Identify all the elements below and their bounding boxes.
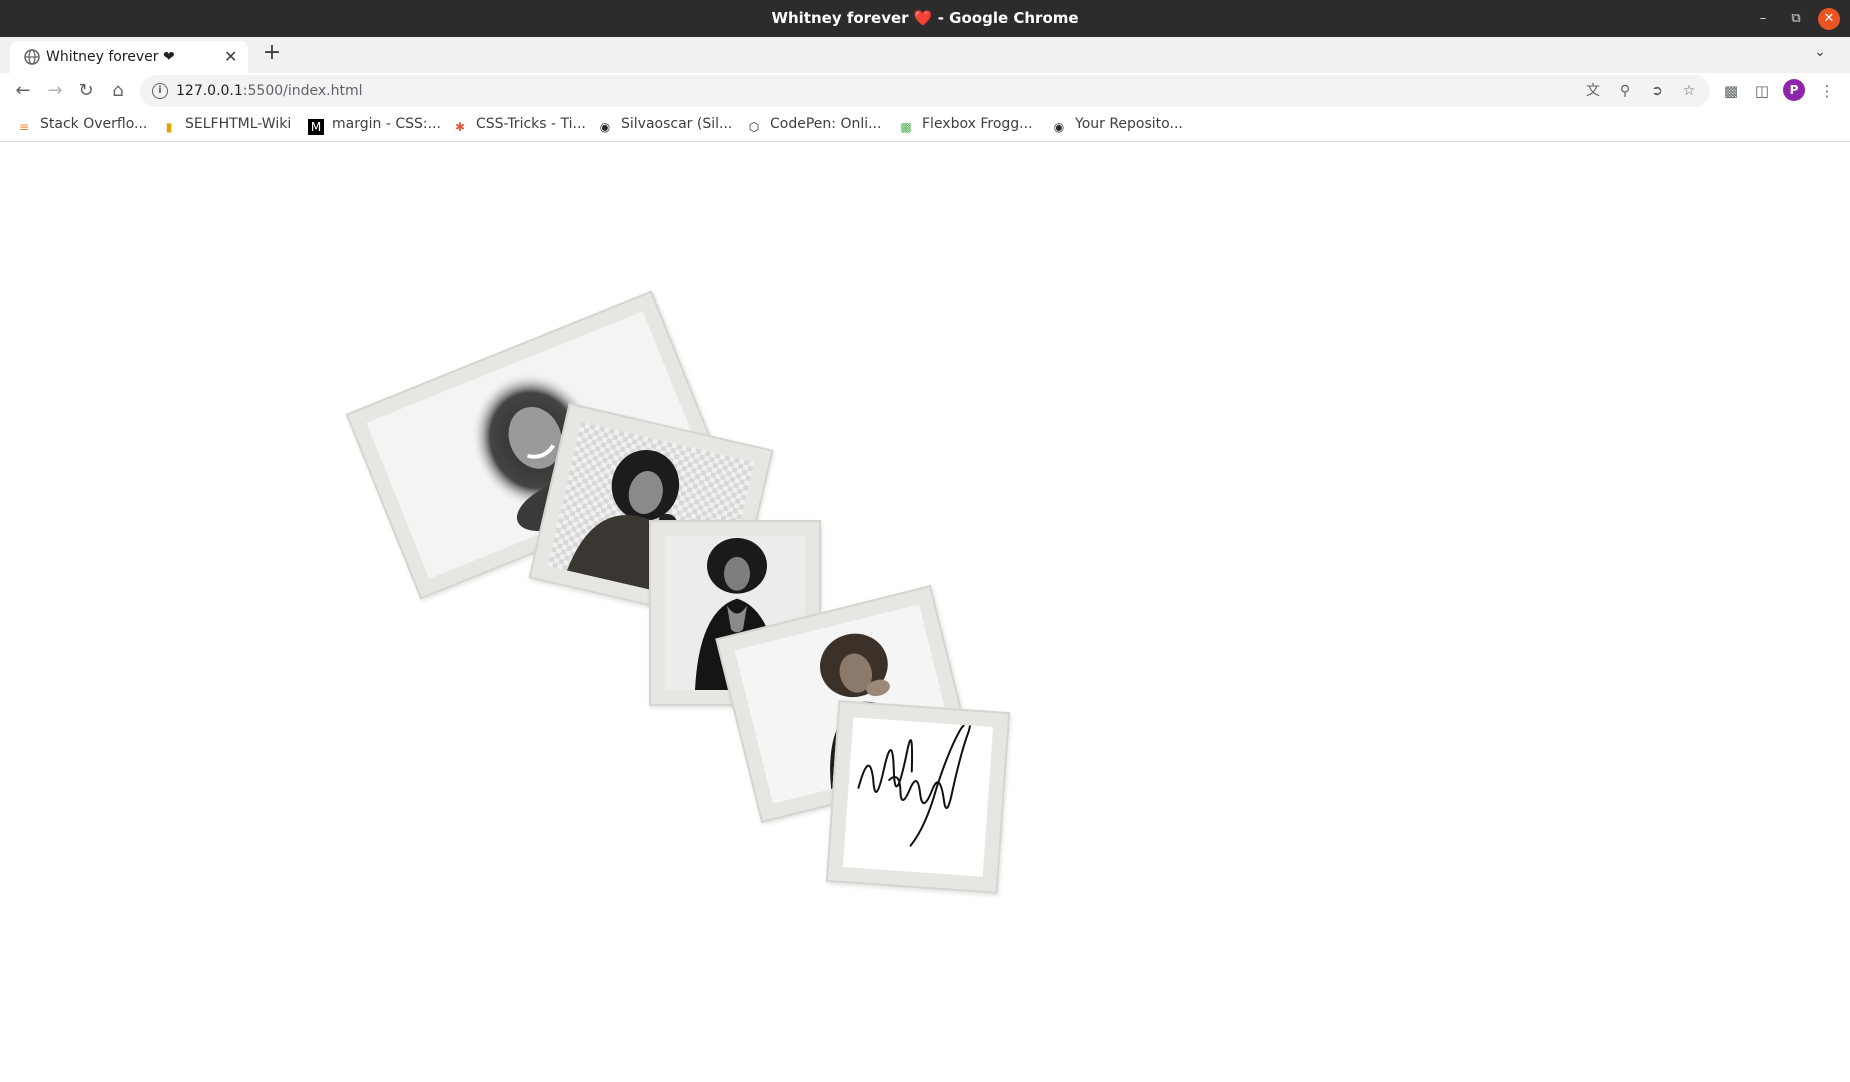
bookmark-codepen[interactable]: ⬡ CodePen: Onli... xyxy=(746,109,882,139)
codepen-icon: ⬡ xyxy=(748,120,760,134)
csstricks-icon: ✱ xyxy=(454,120,466,134)
bookmark-selfhtml[interactable]: ▮ SELFHTML-Wiki xyxy=(161,109,292,139)
bookmark-mdn-margin[interactable]: Mmargin - CSS:... xyxy=(308,109,441,139)
bookmark-star-icon[interactable]: ☆ xyxy=(1679,81,1699,101)
bookmark-label: Flexbox Frogg... xyxy=(922,116,1033,132)
menu-kebab-icon[interactable]: ⋮ xyxy=(1815,79,1839,103)
github-icon: ◉ xyxy=(1053,120,1065,134)
window-app-name: - Google Chrome xyxy=(932,9,1079,27)
forward-arrow-icon[interactable]: → xyxy=(41,77,69,105)
new-tab-button[interactable]: + xyxy=(258,39,286,67)
bookmark-label: Silvaoscar (Sil... xyxy=(621,116,733,132)
window-title-bar: Whitney forever ❤️ - Google Chrome – ⧉ ✕ xyxy=(0,0,1850,37)
bookmark-label: CSS-Tricks - Ti... xyxy=(476,116,586,132)
tab-label: Whitney forever ❤ xyxy=(46,49,175,65)
zoom-icon[interactable]: ⚲ xyxy=(1615,81,1635,101)
photo-image xyxy=(842,717,994,877)
bookmark-label: Your Reposito... xyxy=(1075,116,1183,132)
tab-whitney-forever[interactable]: Whitney forever ❤ ✕ xyxy=(10,41,248,73)
github-icon: ◉ xyxy=(599,120,611,134)
bookmark-css-tricks[interactable]: ✱ CSS-Tricks - Ti... xyxy=(452,109,586,139)
window-title: Whitney forever ❤️ - Google Chrome xyxy=(0,0,1850,37)
frog-icon: ▩ xyxy=(900,120,912,134)
share-icon[interactable]: ➲ xyxy=(1647,81,1667,101)
bookmarks-bar: ≡ Stack Overflo... ▮ SELFHTML-Wiki Mmargin… xyxy=(0,109,1850,142)
signature-image xyxy=(842,717,994,877)
tab-strip: Whitney forever ❤ ✕ + ⌄ xyxy=(0,37,1850,73)
close-tab-icon[interactable]: ✕ xyxy=(224,41,237,73)
url-host: 127.0.0.1 xyxy=(176,83,243,99)
profile-avatar[interactable]: P xyxy=(1783,79,1805,101)
page-viewport xyxy=(1,142,1849,1081)
bookmark-github-silvaoscar[interactable]: ◉ Silvaoscar (Sil... xyxy=(597,109,733,139)
site-info-icon[interactable]: i xyxy=(152,83,168,99)
bookmark-flexbox-froggy[interactable]: ▩ Flexbox Frogg... xyxy=(898,109,1033,139)
url-text[interactable]: 127.0.0.1:5500/index.html xyxy=(176,75,363,107)
extensions-puzzle-icon[interactable]: ▩ xyxy=(1719,79,1743,103)
address-bar[interactable]: i 127.0.0.1:5500/index.html 文 ⚲ ➲ ☆ xyxy=(140,75,1710,107)
minimize-icon[interactable]: – xyxy=(1752,8,1774,30)
translate-icon[interactable]: 文 xyxy=(1583,81,1603,101)
stackoverflow-icon: ≡ xyxy=(18,120,30,134)
back-arrow-icon[interactable]: ← xyxy=(9,77,37,105)
bookmark-label: Stack Overflo... xyxy=(40,116,148,132)
home-icon[interactable]: ⌂ xyxy=(104,77,132,105)
bookmark-label: SELFHTML-Wiki xyxy=(185,116,292,132)
bookmark-label: CodePen: Onli... xyxy=(770,116,882,132)
bookmark-stack-overflow[interactable]: ≡ Stack Overflo... xyxy=(16,109,147,139)
url-path: :5500/index.html xyxy=(242,83,363,99)
tab-search-chevron-icon[interactable]: ⌄ xyxy=(1808,40,1832,64)
globe-icon xyxy=(24,49,40,65)
close-window-icon[interactable]: ✕ xyxy=(1818,8,1840,30)
mdn-icon: M xyxy=(308,119,324,135)
reload-icon[interactable]: ↻ xyxy=(72,77,100,105)
selfhtml-icon: ▮ xyxy=(165,120,173,134)
bookmark-label: margin - CSS:... xyxy=(332,116,441,132)
window-title-text: Whitney forever xyxy=(771,9,909,27)
side-panel-icon[interactable]: ◫ xyxy=(1750,79,1774,103)
restore-icon[interactable]: ⧉ xyxy=(1785,8,1807,30)
photo-signature[interactable] xyxy=(825,700,1011,894)
bookmark-github-repositories[interactable]: ◉ Your Reposito... xyxy=(1051,109,1183,139)
heart-icon: ❤️ xyxy=(913,9,933,27)
browser-toolbar: ← → ↻ ⌂ i 127.0.0.1:5500/index.html 文 ⚲ … xyxy=(0,73,1850,109)
